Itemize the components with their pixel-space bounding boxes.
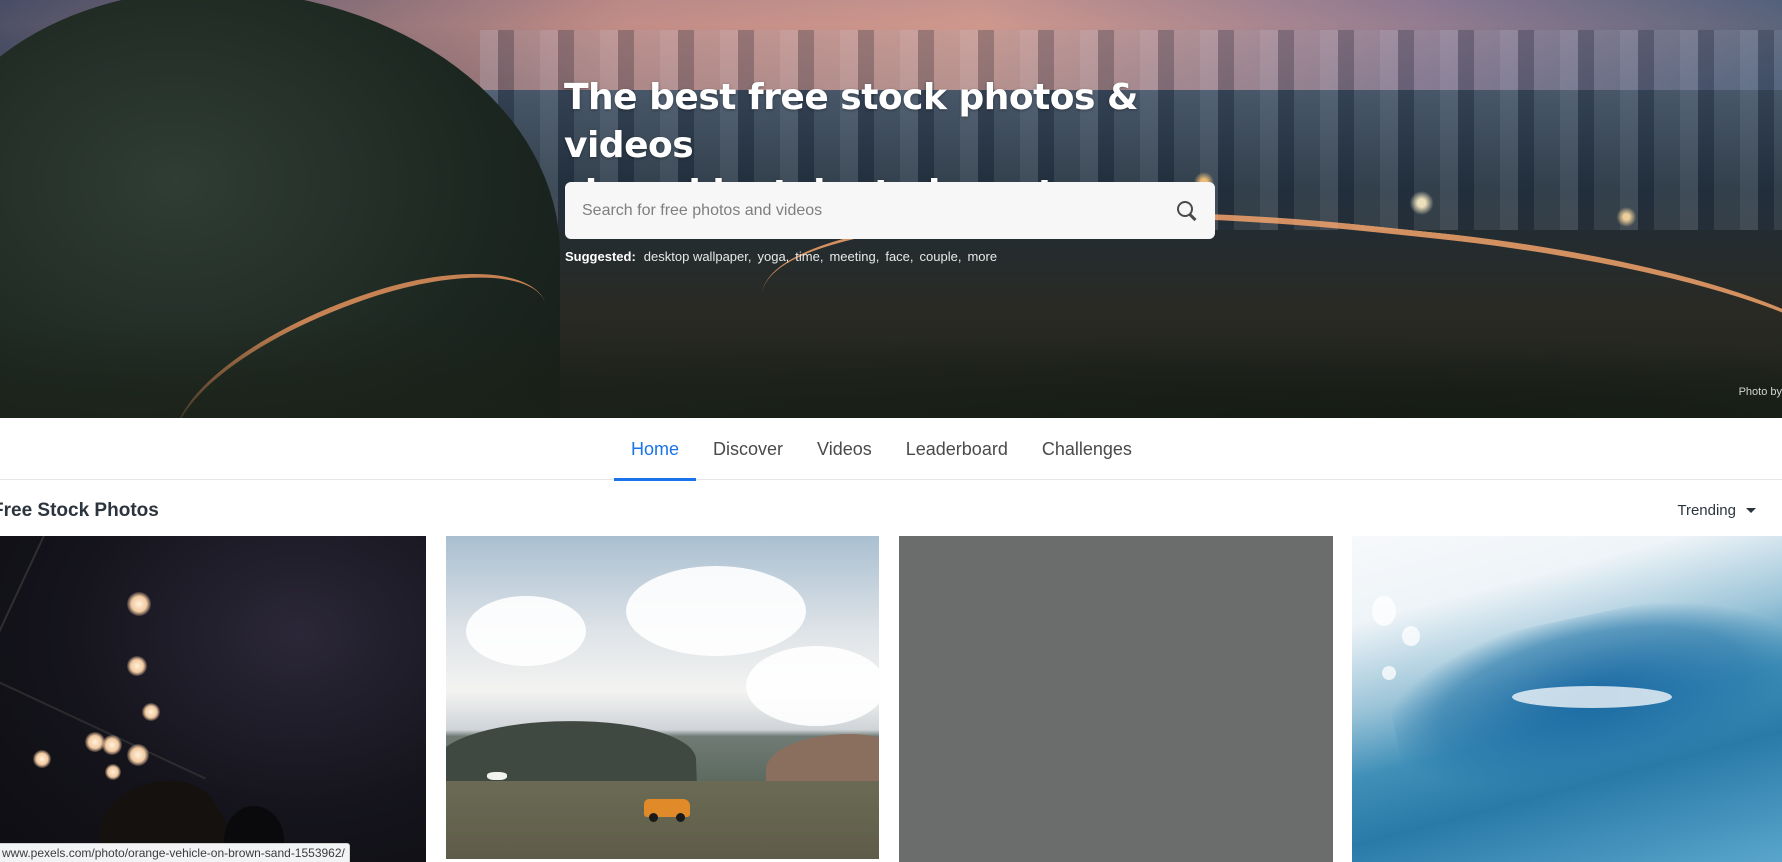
search-icon[interactable] [1176,200,1198,222]
section-title: Free Stock Photos [0,500,159,521]
suggested-link-face[interactable]: face, [885,249,913,264]
photo-light-bulb [33,750,51,768]
hero-title-line1: The best free stock photos & videos [564,77,1138,166]
suggested-link-yoga[interactable]: yoga, [757,249,789,264]
tab-videos[interactable]: Videos [800,418,889,480]
hero-banner: The best free stock photos & videos shar… [0,0,1782,418]
photo-ground [446,781,879,859]
suggested-link-meeting[interactable]: meeting, [829,249,879,264]
suggested-link-desktop-wallpaper[interactable]: desktop wallpaper, [644,249,752,264]
main-nav: Home Discover Videos Leaderboard Challen… [0,418,1782,481]
photo-cloud [626,566,806,656]
hero-photo-credit[interactable]: Photo by [1739,386,1782,398]
photo-splash [1402,626,1420,646]
photo-light-bulb [102,735,122,755]
photo-cloud [746,646,879,726]
photo-splash [1372,596,1396,626]
photo-branch [0,536,290,780]
sort-dropdown-label: Trending [1677,502,1736,519]
status-bar-url: www.pexels.com/photo/orange-vehicle-on-b… [0,843,350,862]
search-bar [565,182,1215,239]
photo-light-bulb [105,764,121,780]
photo-card-loading[interactable] [899,536,1333,862]
nav-tabs: Home Discover Videos Leaderboard Challen… [614,418,1149,481]
photo-light-bulb [127,744,149,766]
photo-cloud [466,596,586,666]
photo-orange-vehicle [644,799,690,822]
photo-splash [1512,686,1672,708]
photo-card-orange-vehicle[interactable] [446,536,879,859]
caret-down-icon [1746,508,1756,513]
suggested-link-more[interactable]: more [967,249,997,264]
hero-trees [0,300,1782,418]
suggested-searches: Suggested: desktop wallpaper, yoga, time… [565,249,997,264]
photo-splash [1382,666,1396,680]
search-input[interactable] [582,201,1176,220]
photo-card-water[interactable] [1352,536,1782,862]
photo-light-bulb [142,703,160,721]
suggested-label: Suggested: [565,249,636,264]
tab-discover[interactable]: Discover [696,418,800,480]
photo-light-bulb [127,592,151,616]
suggested-link-time[interactable]: time, [795,249,823,264]
tab-challenges[interactable]: Challenges [1025,418,1149,480]
tab-leaderboard[interactable]: Leaderboard [889,418,1025,480]
tab-home[interactable]: Home [614,418,697,481]
photo-card-lights[interactable] [0,536,426,862]
photo-light-bulb [127,656,147,676]
suggested-link-couple[interactable]: couple, [920,249,962,264]
photo-stone [487,772,507,780]
sort-dropdown[interactable]: Trending [1677,502,1756,519]
